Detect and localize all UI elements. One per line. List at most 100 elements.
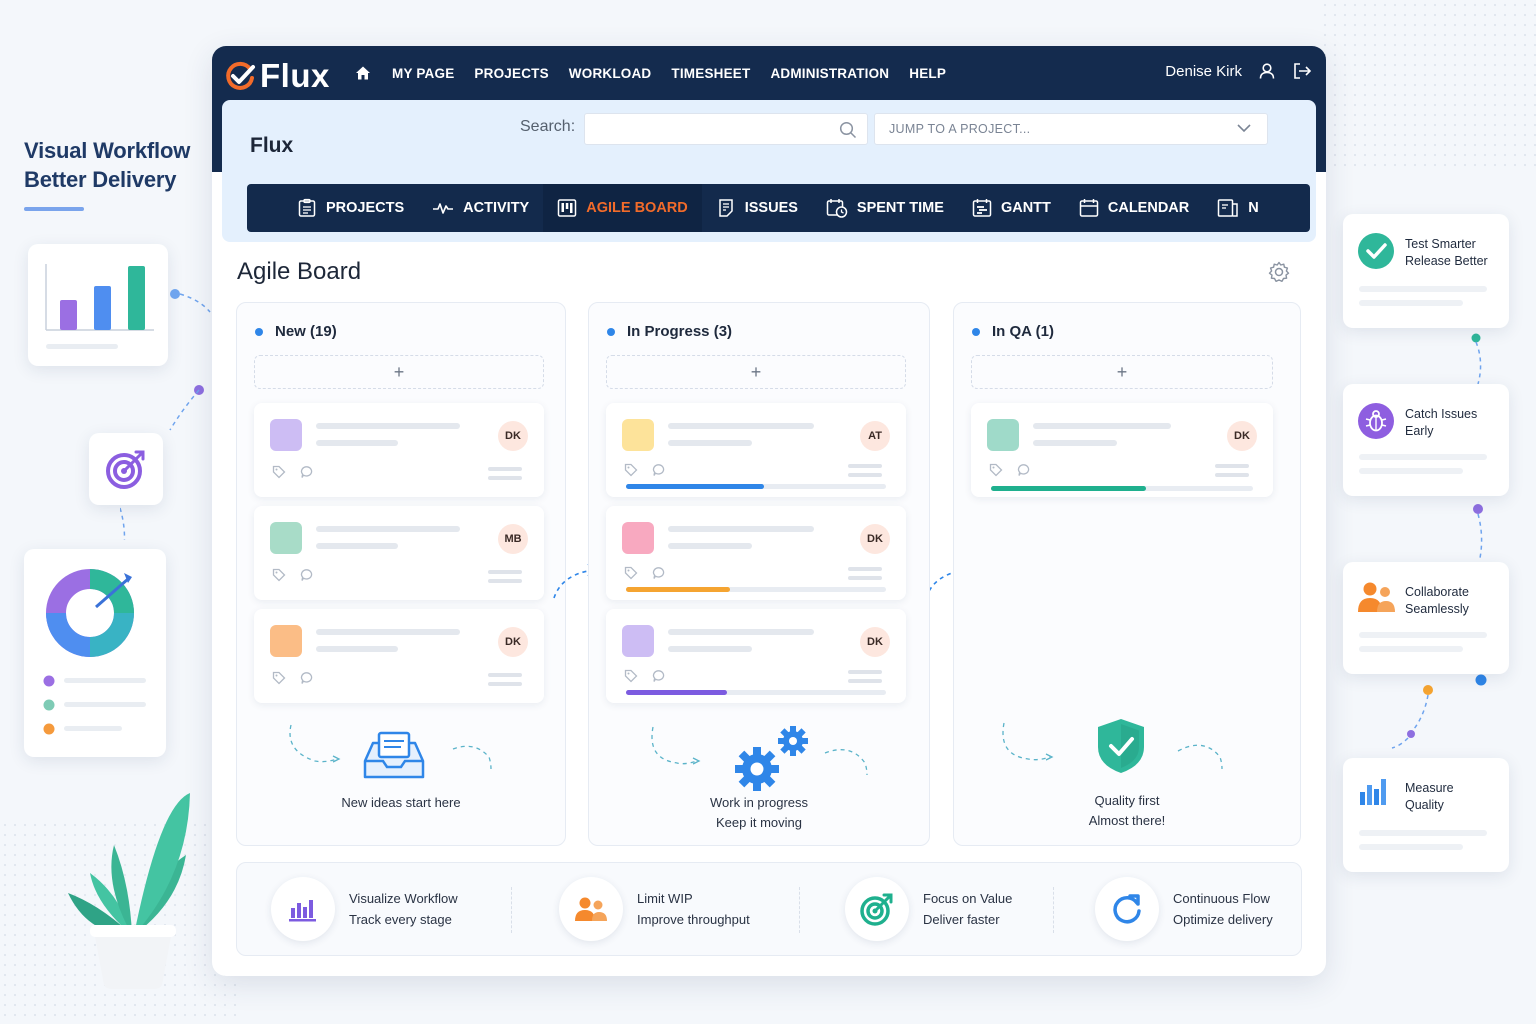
assignee-avatar[interactable]: MB [498, 524, 528, 554]
side-card-line-2: Release Better [1405, 254, 1488, 268]
column-caption: New ideas start here [237, 793, 565, 813]
tab-projects[interactable]: PROJECTS [283, 184, 418, 232]
card-meta-placeholder [848, 464, 882, 468]
user-icon[interactable] [1258, 62, 1276, 80]
card-subtitle-placeholder [316, 646, 398, 652]
tagline-underline [24, 207, 84, 211]
card-title-placeholder [668, 629, 814, 635]
feature-icon-circle [271, 877, 335, 941]
logout-icon[interactable] [1292, 62, 1312, 80]
tagline-line-1: Visual Workflow [24, 138, 191, 163]
user-name[interactable]: Denise Kirk [1165, 63, 1242, 80]
tag-icon [272, 465, 286, 479]
card-swatch [270, 419, 302, 451]
divider [511, 887, 512, 933]
placeholder-line [1359, 300, 1463, 306]
gear-icon[interactable] [1268, 261, 1290, 283]
main-menu: MY PAGE PROJECTS WORKLOAD TIMESHEET ADMI… [354, 64, 946, 82]
tag-icon [272, 671, 286, 685]
side-card-collaborate: Collaborate Seamlessly [1343, 562, 1509, 674]
assignee-avatar[interactable]: AT [860, 421, 890, 451]
tab-calendar[interactable]: CALENDAR [1065, 184, 1203, 232]
assignee-avatar[interactable]: DK [860, 627, 890, 657]
task-card[interactable]: MB [254, 506, 544, 600]
column-caption: Work in progress Keep it moving [589, 793, 929, 833]
card-subtitle-placeholder [316, 440, 398, 446]
tab-gantt[interactable]: GANTT [958, 184, 1065, 232]
card-subtitle-placeholder [316, 543, 398, 549]
jump-to-project-placeholder: JUMP TO A PROJECT... [889, 122, 1031, 136]
tab-activity-label: ACTIVITY [463, 200, 530, 216]
progress-bar [626, 484, 886, 489]
activity-icon [433, 203, 454, 214]
user-area: Denise Kirk [1165, 62, 1312, 80]
assignee-avatar[interactable]: DK [1227, 421, 1257, 451]
feature-title: Limit WIP [637, 891, 693, 906]
side-card-text: Catch Issues Early [1405, 406, 1477, 440]
feature-title: Continuous Flow [1173, 891, 1270, 906]
placeholder-line [1359, 468, 1463, 474]
tab-calendar-label: CALENDAR [1107, 200, 1190, 216]
tab-activity[interactable]: ACTIVITY [418, 184, 543, 232]
side-card-line-1: Measure [1405, 781, 1454, 795]
feature-subtitle: Improve throughput [637, 912, 750, 927]
task-card[interactable]: DK [606, 506, 906, 600]
feature-icon-circle [559, 877, 623, 941]
tag-icon [624, 463, 638, 477]
task-card[interactable]: DK [971, 403, 1273, 497]
nav-projects[interactable]: PROJECTS [474, 66, 548, 81]
divider [799, 887, 800, 933]
search-input[interactable] [584, 113, 868, 145]
task-card[interactable]: DK [254, 403, 544, 497]
nav-timesheet[interactable]: TIMESHEET [671, 66, 750, 81]
card-meta-placeholder [848, 679, 882, 683]
tab-spent-time[interactable]: SPENT TIME [812, 184, 958, 232]
logo-check-icon [226, 61, 255, 90]
progress-fill [626, 587, 730, 592]
side-card-line-1: Test Smarter [1405, 237, 1476, 251]
comment-icon [300, 466, 313, 478]
comment-icon [1017, 464, 1030, 476]
add-card-button[interactable]: + [971, 355, 1273, 389]
card-meta-placeholder [488, 476, 522, 480]
nav-workload[interactable]: WORKLOAD [569, 66, 652, 81]
feature-title: Focus on Value [923, 891, 1013, 906]
card-swatch [270, 625, 302, 657]
add-card-button[interactable]: + [254, 355, 544, 389]
jump-to-project-select[interactable]: JUMP TO A PROJECT... [874, 113, 1268, 145]
card-meta-placeholder [1215, 473, 1249, 477]
nav-administration[interactable]: ADMINISTRATION [770, 66, 889, 81]
task-card[interactable]: DK [254, 609, 544, 703]
column-dot [972, 327, 980, 336]
nav-help[interactable]: HELP [909, 66, 946, 81]
tab-agile-board[interactable]: AGILE BOARD [543, 184, 702, 232]
news-icon [1217, 199, 1238, 217]
assignee-avatar[interactable]: DK [498, 421, 528, 451]
logo[interactable]: Flux [224, 56, 330, 96]
assignee-avatar[interactable]: DK [498, 627, 528, 657]
tab-spent-time-label: SPENT TIME [856, 200, 944, 216]
bar-chart-icon [1360, 779, 1386, 805]
card-meta-placeholder [848, 473, 882, 477]
card-title-placeholder [316, 423, 460, 429]
search-icon[interactable] [839, 121, 857, 139]
placeholder-line [1359, 286, 1487, 292]
project-header: Flux Search: JUMP TO A PROJECT... PROJEC… [222, 100, 1316, 242]
card-meta-placeholder [488, 579, 522, 583]
tab-news-label: N [1248, 200, 1259, 216]
task-card[interactable]: AT [606, 403, 906, 497]
home-icon[interactable] [354, 64, 372, 82]
task-card[interactable]: DK [606, 609, 906, 703]
tab-issues[interactable]: ISSUES [702, 184, 812, 232]
tab-news[interactable]: N [1203, 184, 1272, 232]
card-title-placeholder [316, 629, 460, 635]
side-card-test: Test Smarter Release Better [1343, 214, 1509, 328]
nav-my-page[interactable]: MY PAGE [392, 66, 454, 81]
add-card-button[interactable]: + [606, 355, 906, 389]
people-icon [1358, 582, 1395, 612]
assignee-avatar[interactable]: DK [860, 524, 890, 554]
card-title-placeholder [668, 423, 814, 429]
caption-line-1: New ideas start here [341, 795, 461, 810]
column-header: In QA (1) [972, 323, 1054, 340]
card-subtitle-placeholder [668, 440, 752, 446]
